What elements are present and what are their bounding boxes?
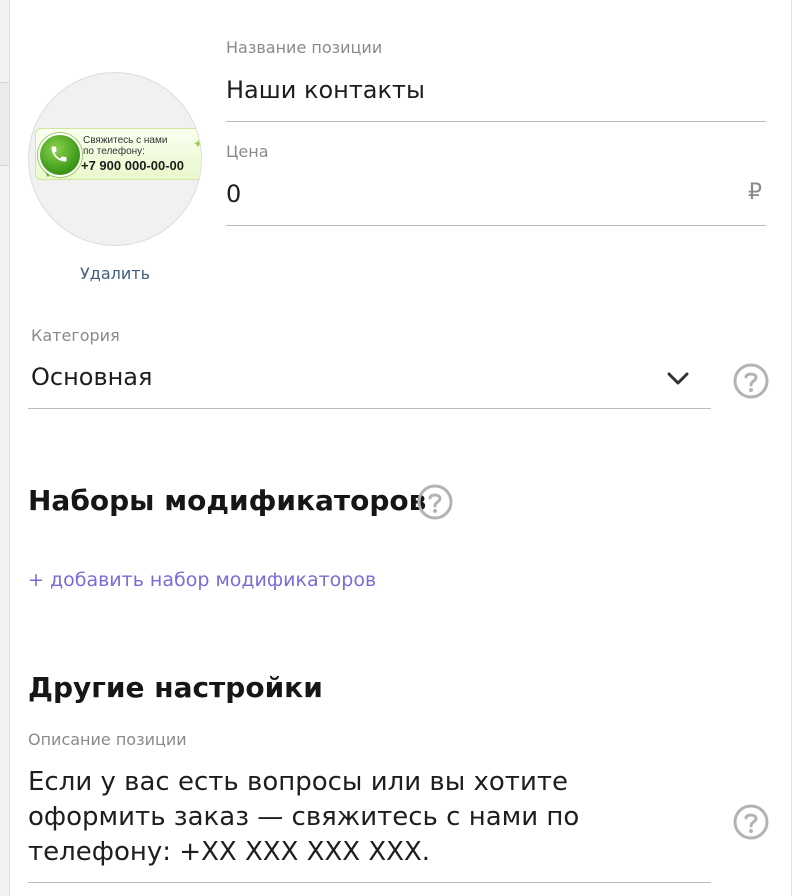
category-select[interactable]: Основная <box>31 363 152 391</box>
description-help-icon[interactable] <box>733 804 769 840</box>
other-settings-title: Другие настройки <box>28 671 323 704</box>
sparkle-icon: ✦ <box>193 137 201 151</box>
modifiers-section-title: Наборы модификаторов <box>28 484 427 517</box>
category-label: Категория <box>31 326 120 345</box>
delete-image-link[interactable]: Удалить <box>28 264 202 283</box>
chevron-down-icon[interactable] <box>664 368 692 390</box>
name-underline <box>226 121 766 122</box>
description-label: Описание позиции <box>28 730 187 749</box>
left-panel-notch <box>0 82 9 166</box>
add-modifier-set-link[interactable]: + добавить набор модификаторов <box>28 569 376 591</box>
banner-text-line2: по телефону: <box>83 146 145 157</box>
currency-symbol: ₽ <box>748 180 762 205</box>
modifiers-help-icon[interactable] <box>417 484 453 520</box>
phone-icon <box>38 133 82 177</box>
banner-text-line1: Свяжитесь с нами <box>83 135 168 146</box>
contact-banner-image: Свяжитесь с нами по телефону: +7 900 000… <box>35 128 201 180</box>
banner-phone-number: +7 900 000-00-00 <box>81 158 185 173</box>
category-underline <box>28 408 711 409</box>
price-label: Цена <box>226 142 269 161</box>
description-textarea[interactable]: Если у вас есть вопросы или вы хотите оф… <box>28 765 698 870</box>
name-label: Название позиции <box>226 38 383 57</box>
category-help-icon[interactable] <box>733 363 769 399</box>
price-input[interactable]: 0 <box>226 180 241 208</box>
left-panel-edge <box>0 0 10 896</box>
name-input[interactable]: Наши контакты <box>226 76 425 104</box>
item-image[interactable]: Свяжитесь с нами по телефону: +7 900 000… <box>28 72 202 246</box>
description-underline <box>28 882 711 883</box>
right-scrollbar-edge[interactable] <box>791 0 800 896</box>
price-underline <box>226 225 766 226</box>
